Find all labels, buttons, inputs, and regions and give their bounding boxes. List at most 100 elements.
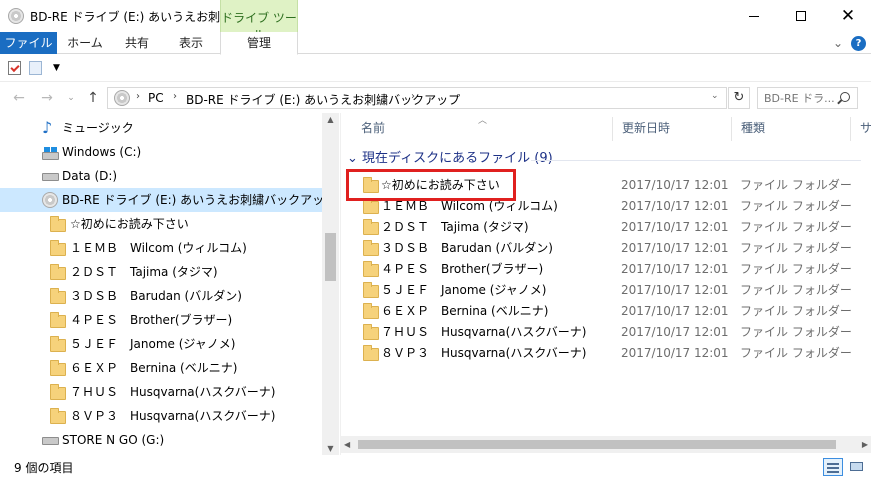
search-input[interactable] <box>764 90 836 106</box>
nav-item-label: Windows (C:) <box>62 145 142 159</box>
breadcrumb-separator-icon[interactable]: › <box>173 91 177 102</box>
nav-item-label: ３ＤＳＢ Barudan (バルダン) <box>70 289 242 303</box>
file-date: 2017/10/17 12:01 <box>621 220 729 234</box>
scrollbar-thumb[interactable] <box>358 440 836 449</box>
nav-item-label: ２ＤＳＴ Tajima (タジマ) <box>70 265 218 279</box>
scroll-down-arrow-icon[interactable]: ▼ <box>322 444 339 453</box>
nav-item-label: ４ＰＥＳ Brother(ブラザー) <box>70 313 233 327</box>
file-row[interactable]: ７ＨＵＳ Husqvarna(ハスクバーナ) 2017/10/17 12:01 … <box>349 322 852 343</box>
breadcrumb-pc[interactable]: PC <box>148 91 164 105</box>
up-arrow-icon[interactable]: ↑ <box>84 89 102 107</box>
file-list-pane: ︿ 名前 更新日時 種類 サ ⌄ 現在ディスクにあるファイル (9) ☆初めにお… <box>341 113 871 455</box>
nav-item-label: ６ＥＸＰ Bernina (ベルニナ) <box>70 361 238 375</box>
status-bar: 9 個の項目 <box>0 455 871 479</box>
refresh-icon[interactable]: ↻ <box>728 87 750 109</box>
file-row[interactable]: ２ＤＳＴ Tajima (タジマ) 2017/10/17 12:01 ファイル … <box>349 217 852 238</box>
usb-drive-icon <box>42 437 59 445</box>
nav-item-bd-re-drive[interactable]: BD-RE ドライブ (E:) あいうえお刺繍バックアップ <box>0 188 336 212</box>
scrollbar-thumb[interactable] <box>325 233 336 281</box>
nav-item-folder-exp[interactable]: ６ＥＸＰ Bernina (ベルニナ) <box>0 356 322 380</box>
file-date: 2017/10/17 12:01 <box>621 262 729 276</box>
file-date: 2017/10/17 12:01 <box>621 283 729 297</box>
recent-locations-chevron-icon[interactable]: ⌄ <box>64 89 78 107</box>
folder-icon <box>50 336 66 352</box>
new-folder-icon[interactable] <box>29 61 42 75</box>
folder-icon <box>363 198 379 214</box>
nav-item-windows-c[interactable]: Windows (C:) <box>0 140 322 164</box>
nav-item-label: ７ＨＵＳ Husqvarna(ハスクバーナ) <box>70 385 276 399</box>
hard-drive-icon <box>42 173 59 181</box>
file-type: ファイル フォルダー <box>740 220 852 234</box>
group-collapse-chevron-icon[interactable]: ⌄ <box>347 151 358 166</box>
tab-manage[interactable]: 管理 <box>220 32 298 55</box>
file-type: ファイル フォルダー <box>740 283 852 297</box>
minimize-button[interactable] <box>731 0 777 32</box>
nav-item-label: ☆初めにお読み下さい <box>70 217 189 231</box>
file-row[interactable]: ４ＰＥＳ Brother(ブラザー) 2017/10/17 12:01 ファイル… <box>349 259 852 280</box>
folder-icon <box>363 345 379 361</box>
column-divider[interactable] <box>731 117 732 141</box>
expand-ribbon-chevron-icon[interactable]: ⌄ <box>831 36 845 50</box>
column-header-size[interactable]: サ <box>860 113 871 143</box>
nav-item-folder-hus[interactable]: ７ＨＵＳ Husqvarna(ハスクバーナ) <box>0 380 322 404</box>
forward-arrow-icon[interactable]: → <box>38 89 56 107</box>
customize-toolbar-dropdown-icon[interactable]: ▼ <box>53 63 60 73</box>
file-row[interactable]: ３ＤＳＢ Barudan (バルダン) 2017/10/17 12:01 ファイ… <box>349 238 852 259</box>
file-name: ４ＰＥＳ Brother(ブラザー) <box>381 262 544 276</box>
breadcrumb-separator-icon[interactable]: › <box>136 91 140 102</box>
address-history-chevron-icon[interactable]: ⌄ <box>711 91 719 101</box>
back-arrow-icon[interactable]: ← <box>10 89 28 107</box>
search-box[interactable] <box>757 87 858 109</box>
nav-item-folder-emb[interactable]: １ＥＭＢ Wilcom (ウィルコム) <box>0 236 322 260</box>
disc-drive-icon <box>8 8 24 24</box>
help-icon[interactable]: ? <box>851 36 866 51</box>
column-divider[interactable] <box>850 117 851 141</box>
nav-item-data-d[interactable]: Data (D:) <box>0 164 322 188</box>
search-icon[interactable] <box>840 92 850 102</box>
nav-item-folder-dst[interactable]: ２ＤＳＴ Tajima (タジマ) <box>0 260 322 284</box>
scroll-up-arrow-icon[interactable]: ▲ <box>322 115 339 124</box>
details-view-icon[interactable] <box>823 458 843 476</box>
nav-item-folder-pes[interactable]: ４ＰＥＳ Brother(ブラザー) <box>0 308 322 332</box>
nav-item-folder-readme[interactable]: ☆初めにお読み下さい <box>0 212 322 236</box>
file-date: 2017/10/17 12:01 <box>621 304 729 318</box>
breadcrumb-drive[interactable]: BD-RE ドライブ (E:) あいうえお刺繍バックアップ <box>186 91 460 108</box>
folder-icon <box>50 360 66 376</box>
file-name: ６ＥＸＰ Bernina (ベルニナ) <box>381 304 549 318</box>
file-row[interactable]: ６ＥＸＰ Bernina (ベルニナ) 2017/10/17 12:01 ファイ… <box>349 301 852 322</box>
nav-item-store-n-go[interactable]: STORE N GO (G:) <box>0 428 322 452</box>
column-header-date[interactable]: 更新日時 <box>622 113 670 143</box>
folder-icon <box>50 288 66 304</box>
column-header-type[interactable]: 種類 <box>741 113 765 143</box>
file-row[interactable]: ５ＪＥＦ Janome (ジャノメ) 2017/10/17 12:01 ファイル… <box>349 280 852 301</box>
breadcrumb-separator-icon[interactable]: › <box>411 91 415 102</box>
close-button[interactable]: ✕ <box>825 0 871 32</box>
nav-item-folder-vp3[interactable]: ８ＶＰ３ Husqvarna(ハスクバーナ) <box>0 404 322 428</box>
nav-item-folder-jef[interactable]: ５ＪＥＦ Janome (ジャノメ) <box>0 332 322 356</box>
group-header[interactable]: ⌄ 現在ディスクにあるファイル (9) <box>347 149 553 169</box>
ribbon-tabs: ファイル ホーム 共有 表示 管理 <box>0 32 871 55</box>
title-bar: BD-RE ドライブ (E:) あいうえお刺繍バ... ドライブ ツール ✕ <box>0 0 871 42</box>
file-list-horizontal-scrollbar[interactable]: ◀ ▶ <box>341 436 871 453</box>
address-bar[interactable]: › PC › BD-RE ドライブ (E:) あいうえお刺繍バックアップ › ⌄ <box>107 87 727 109</box>
tab-file[interactable]: ファイル <box>0 32 57 54</box>
tab-share[interactable]: 共有 <box>112 32 162 54</box>
file-date: 2017/10/17 12:01 <box>621 346 729 360</box>
maximize-button[interactable] <box>778 0 824 32</box>
nav-pane-scrollbar[interactable]: ▲ ▼ <box>322 113 339 455</box>
properties-icon[interactable] <box>8 61 21 75</box>
nav-item-folder-dsb[interactable]: ３ＤＳＢ Barudan (バルダン) <box>0 284 322 308</box>
scroll-right-arrow-icon[interactable]: ▶ <box>862 436 868 453</box>
column-header-name[interactable]: 名前 <box>361 113 385 143</box>
large-icons-view-icon[interactable] <box>847 458 867 476</box>
minimize-icon <box>749 15 759 17</box>
nav-item-label: ミュージック <box>62 121 134 135</box>
file-type: ファイル フォルダー <box>740 304 852 318</box>
file-row[interactable]: ８ＶＰ３ Husqvarna(ハスクバーナ) 2017/10/17 12:01 … <box>349 343 852 364</box>
tab-view[interactable]: 表示 <box>164 32 218 54</box>
drive-tools-header: ドライブ ツール <box>220 0 298 42</box>
column-divider[interactable] <box>612 117 613 141</box>
nav-item-music[interactable]: ♪ ミュージック <box>0 116 322 140</box>
scroll-left-arrow-icon[interactable]: ◀ <box>344 436 350 453</box>
tab-home[interactable]: ホーム <box>58 32 112 54</box>
